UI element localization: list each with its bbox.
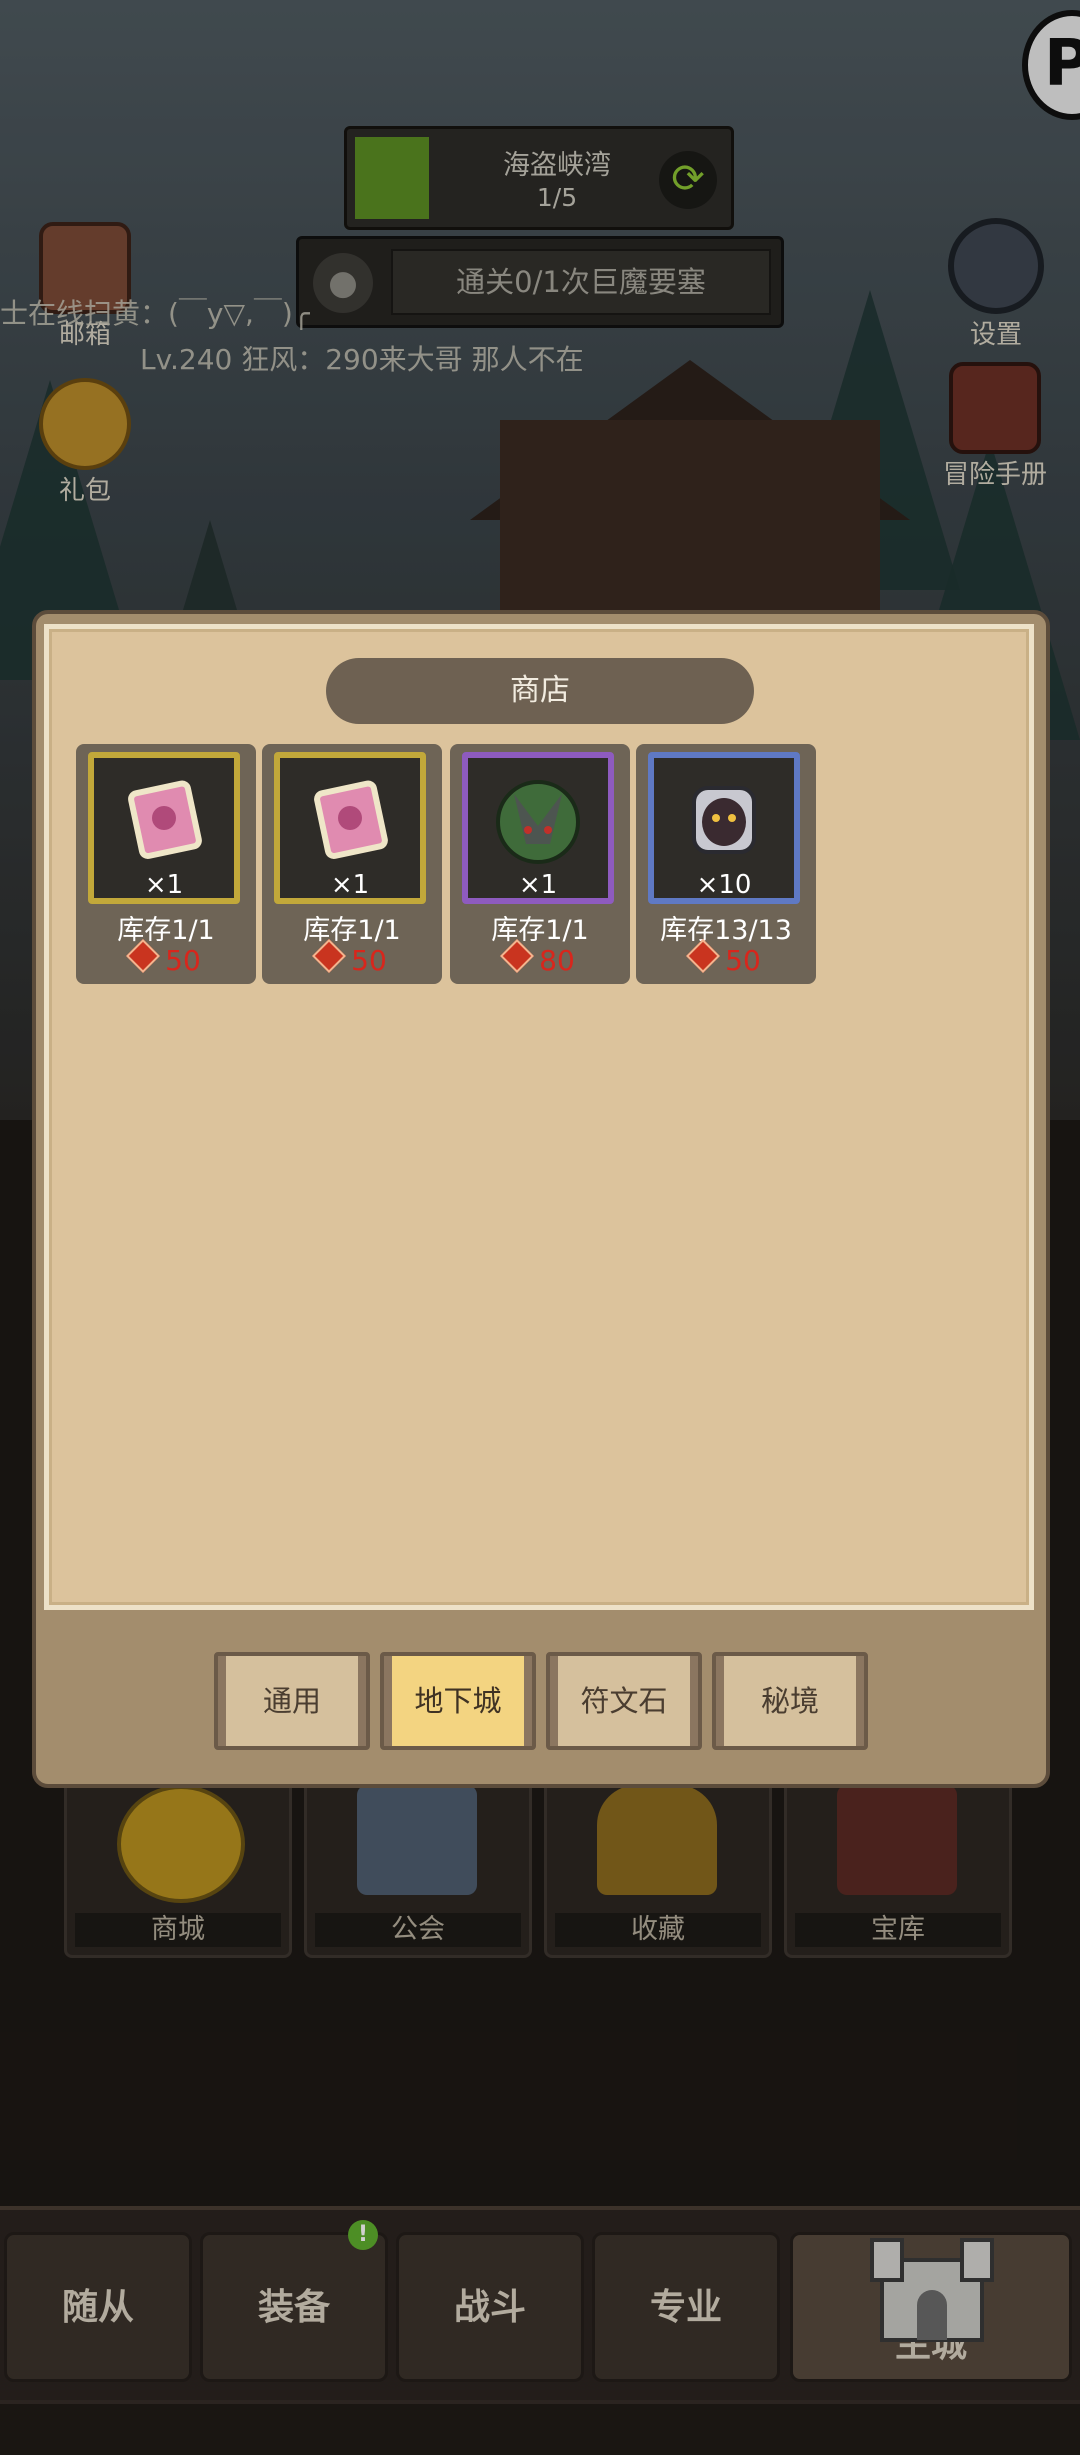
item-slot-epic: ×1 [462,752,614,904]
dark-monster-icon [678,774,770,866]
shop-item[interactable]: ×1 库存1/1 50 [76,744,256,984]
shop-tab-runestone[interactable]: 符文石 [546,1652,702,1750]
shop-title: 商店 [326,658,754,724]
item-stock: 库存1/1 [303,915,401,946]
item-quantity: ×10 [696,870,752,900]
item-stock: 库存13/13 [660,915,792,946]
gem-icon [686,939,721,973]
item-price: 50 [76,939,256,977]
shop-item[interactable]: ×10 库存13/13 50 [636,744,816,984]
shop-tab-secret-realm[interactable]: 秘境 [712,1652,868,1750]
item-price: 50 [262,939,442,977]
shop-item[interactable]: ×1 库存1/1 80 [450,744,630,984]
pink-book-icon [118,774,210,866]
gem-icon [126,939,161,973]
pink-book-icon [304,774,396,866]
item-quantity: ×1 [144,870,184,900]
item-price: 50 [636,939,816,977]
item-quantity: ×1 [518,870,558,900]
item-slot-legendary: ×1 [88,752,240,904]
item-slot-legendary: ×1 [274,752,426,904]
shop-item[interactable]: ×1 库存1/1 50 [262,744,442,984]
green-monster-icon [492,774,584,866]
item-stock: 库存1/1 [491,915,589,946]
item-price: 80 [450,939,630,977]
shop-tab-general[interactable]: 通用 [214,1652,370,1750]
gem-icon [500,939,535,973]
item-quantity: ×1 [330,870,370,900]
shop-tab-dungeon[interactable]: 地下城 [380,1652,536,1750]
gem-icon [312,939,347,973]
item-stock: 库存1/1 [117,915,215,946]
item-slot-rare: ×10 [648,752,800,904]
